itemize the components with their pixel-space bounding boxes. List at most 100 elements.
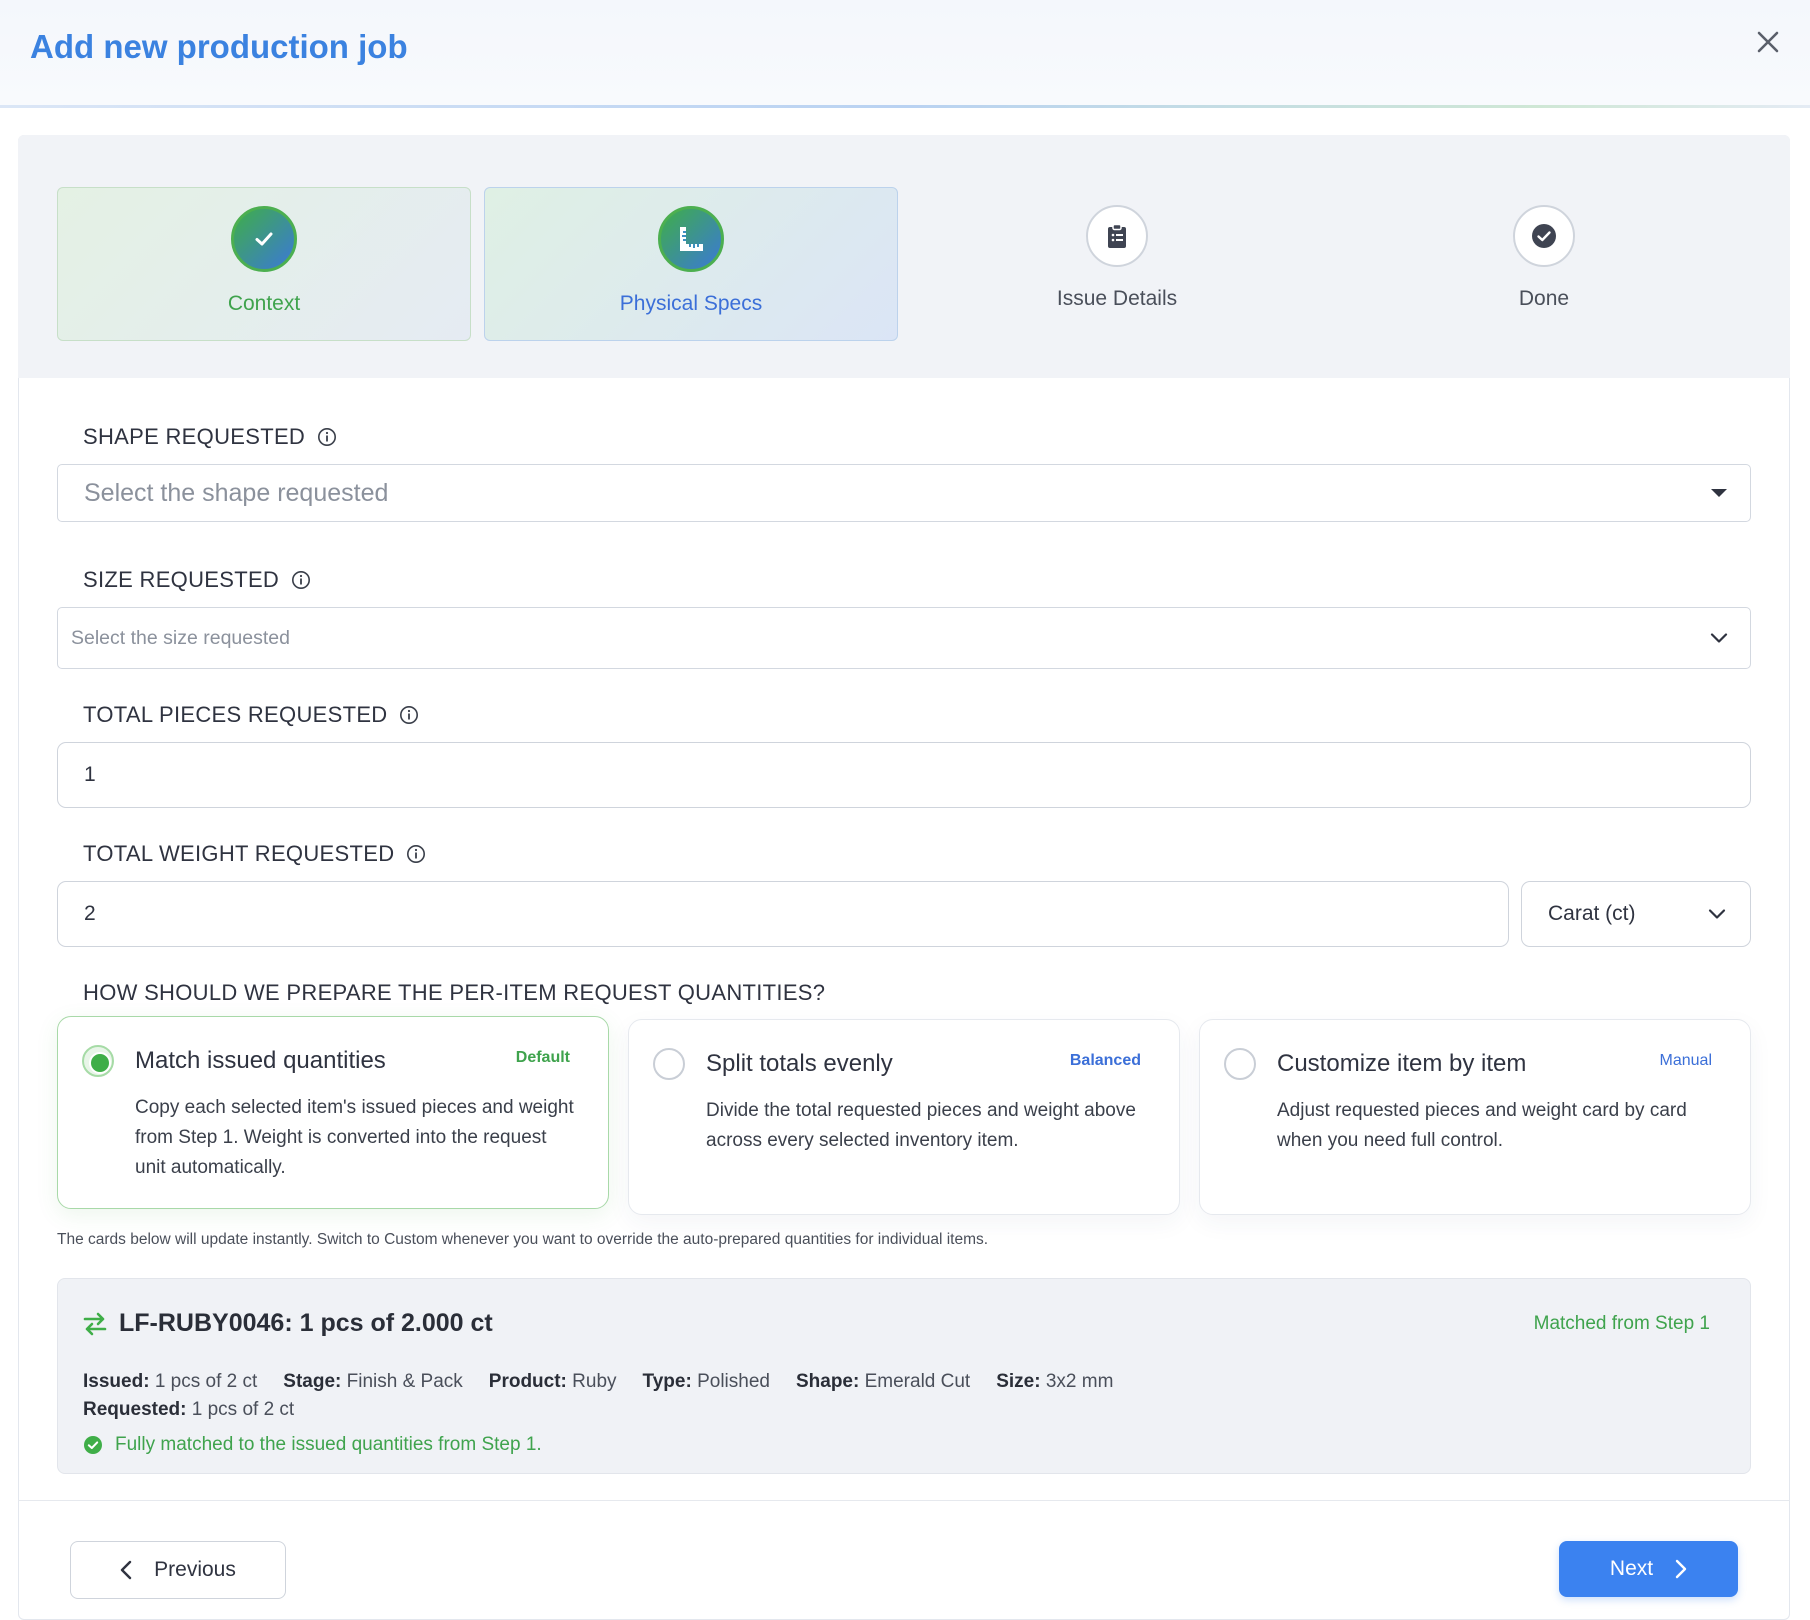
modal-title: Add new production job xyxy=(30,28,408,65)
step-issue-details-label: Issue Details xyxy=(1056,287,1178,310)
shape-label-text: SHAPE REQUESTED xyxy=(83,424,306,449)
item-stage-label: Stage: xyxy=(283,1371,342,1392)
weight-input[interactable]: 2 xyxy=(57,881,1509,947)
clipboard-icon xyxy=(1108,223,1126,248)
option-match-issued-radio[interactable] xyxy=(82,1045,114,1077)
item-stage-value: Finish & Pack xyxy=(346,1371,463,1392)
option-match-issued-description: Copy each selected item's issued pieces … xyxy=(135,1097,574,1178)
option-customize-radio[interactable] xyxy=(1224,1048,1256,1080)
info-icon[interactable] xyxy=(291,570,311,590)
item-requested: Requested: 1 pcs of 2 ct xyxy=(83,1399,294,1421)
step-context[interactable]: Context xyxy=(57,187,471,341)
item-match-message: Fully matched to the issued quantities f… xyxy=(115,1434,542,1455)
item-stage: Stage: Finish & Pack xyxy=(283,1371,463,1393)
prepare-hint: The cards below will update instantly. S… xyxy=(57,1231,989,1248)
size-select-placeholder: Select the size requested xyxy=(71,626,290,649)
item-product: Product: Ruby xyxy=(489,1371,617,1393)
previous-button-label: Previous xyxy=(154,1558,236,1581)
weight-label: TOTAL WEIGHT REQUESTED xyxy=(83,841,426,867)
next-button-label: Next xyxy=(1609,1557,1654,1580)
next-button[interactable]: Next xyxy=(1559,1541,1738,1597)
option-match-issued-title: Match issued quantities xyxy=(135,1047,386,1074)
prepare-question: HOW SHOULD WE PREPARE THE PER-ITEM REQUE… xyxy=(83,980,825,1006)
item-requested-label: Requested: xyxy=(83,1399,187,1420)
weight-input-value: 2 xyxy=(84,902,96,925)
item-product-value: Ruby xyxy=(572,1371,617,1392)
caret-down-icon xyxy=(1711,489,1727,497)
option-customize[interactable]: Customize item by item Manual Adjust req… xyxy=(1199,1019,1751,1215)
step-physical-specs-circle xyxy=(658,206,724,272)
item-meta: Issued: 1 pcs of 2 ct Stage: Finish & Pa… xyxy=(83,1371,1113,1393)
pieces-label-text: TOTAL PIECES REQUESTED xyxy=(83,702,388,727)
option-split-evenly-title: Split totals evenly xyxy=(706,1050,893,1077)
option-customize-description: Adjust requested pieces and weight card … xyxy=(1277,1100,1687,1151)
size-select[interactable]: Select the size requested xyxy=(57,607,1751,669)
item-title: LF-RUBY0046: 1 pcs of 2.000 ct xyxy=(119,1309,493,1337)
item-match-line: Fully matched to the issued quantities f… xyxy=(83,1434,542,1456)
chevron-left-icon xyxy=(120,1560,132,1580)
modal-header: Add new production job xyxy=(0,0,1810,108)
close-icon[interactable] xyxy=(1755,29,1781,55)
step-done-label: Done xyxy=(1518,287,1570,310)
info-icon[interactable] xyxy=(399,705,419,725)
chevron-down-icon xyxy=(1710,633,1728,643)
option-split-evenly[interactable]: Split totals evenly Balanced Divide the … xyxy=(628,1019,1180,1215)
step-physical-specs[interactable]: Physical Specs xyxy=(484,187,898,341)
item-shape: Shape: Emerald Cut xyxy=(796,1371,970,1393)
item-type-label: Type: xyxy=(642,1371,692,1392)
step-issue-details-circle xyxy=(1086,205,1148,267)
option-customize-title: Customize item by item xyxy=(1277,1050,1527,1077)
option-match-issued-tag: Default xyxy=(515,1049,570,1066)
item-size-label: Size: xyxy=(996,1371,1041,1392)
size-label: SIZE REQUESTED xyxy=(83,567,311,593)
swap-arrows-icon xyxy=(83,1312,107,1336)
step-done-circle xyxy=(1513,205,1575,267)
item-type-value: Polished xyxy=(697,1371,770,1392)
weight-label-text: TOTAL WEIGHT REQUESTED xyxy=(83,841,395,866)
item-product-label: Product: xyxy=(488,1371,567,1392)
size-label-text: SIZE REQUESTED xyxy=(83,567,280,592)
prepare-question-text: HOW SHOULD WE PREPARE THE PER-ITEM REQUE… xyxy=(83,980,826,1005)
pieces-input[interactable]: 1 xyxy=(57,742,1751,808)
step-context-circle xyxy=(231,206,297,272)
weight-unit-select[interactable]: Carat (ct) xyxy=(1521,881,1751,947)
check-circle-icon xyxy=(84,1436,102,1454)
step-issue-details[interactable]: Issue Details xyxy=(910,187,1324,341)
shape-select-placeholder: Select the shape requested xyxy=(84,478,389,507)
option-match-issued[interactable]: Match issued quantities Default Copy eac… xyxy=(57,1016,609,1209)
close-button[interactable] xyxy=(1748,22,1788,62)
option-split-evenly-radio[interactable] xyxy=(653,1048,685,1080)
ruler-icon xyxy=(680,227,703,251)
pieces-label: TOTAL PIECES REQUESTED xyxy=(83,702,419,728)
step-context-label: Context xyxy=(227,292,301,315)
step-physical-specs-label: Physical Specs xyxy=(619,292,763,315)
item-size: Size: 3x2 mm xyxy=(996,1371,1113,1393)
shape-label: SHAPE REQUESTED xyxy=(83,424,337,450)
item-issued-label: Issued: xyxy=(83,1371,150,1392)
option-customize-tag: Manual xyxy=(1659,1052,1712,1069)
item-shape-label: Shape: xyxy=(795,1371,860,1392)
step-done[interactable]: Done xyxy=(1337,187,1751,341)
item-issued: Issued: 1 pcs of 2 ct xyxy=(83,1371,257,1393)
weight-unit-value: Carat (ct) xyxy=(1548,902,1636,925)
item-size-value: 3x2 mm xyxy=(1045,1371,1114,1392)
header-divider xyxy=(0,105,1810,108)
info-icon[interactable] xyxy=(317,427,337,447)
previous-button[interactable]: Previous xyxy=(70,1541,286,1599)
shape-select[interactable]: Select the shape requested xyxy=(57,464,1751,522)
item-issued-value: 1 pcs of 2 ct xyxy=(154,1371,258,1392)
item-shape-value: Emerald Cut xyxy=(864,1371,971,1392)
option-split-evenly-description: Divide the total requested pieces and we… xyxy=(706,1100,1136,1151)
item-requested-value: 1 pcs of 2 ct xyxy=(191,1399,295,1420)
chevron-down-icon xyxy=(1708,909,1726,919)
item-type: Type: Polished xyxy=(643,1371,770,1393)
item-status: Matched from Step 1 xyxy=(1533,1313,1710,1334)
check-circle-icon xyxy=(1532,224,1556,248)
info-icon[interactable] xyxy=(406,844,426,864)
option-split-evenly-tag: Balanced xyxy=(1069,1052,1141,1069)
footer-divider xyxy=(18,1500,1790,1501)
chevron-right-icon xyxy=(1675,1559,1687,1579)
check-icon xyxy=(255,232,273,246)
pieces-input-value: 1 xyxy=(84,763,96,786)
item-card: LF-RUBY0046: 1 pcs of 2.000 ct Matched f… xyxy=(57,1278,1751,1474)
